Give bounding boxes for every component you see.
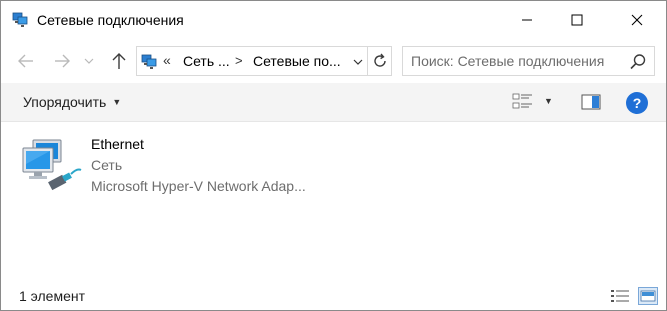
- navigation-bar: « Сеть ... > Сетевые по...: [1, 39, 666, 83]
- minimize-icon: [522, 19, 532, 21]
- change-view-icon[interactable]: [512, 92, 534, 112]
- preview-pane-icon[interactable]: [581, 93, 601, 111]
- window-title: Сетевые подключения: [37, 12, 184, 28]
- details-view-icon[interactable]: [610, 288, 630, 304]
- tiles-view-button[interactable]: [638, 287, 658, 305]
- close-icon: [631, 14, 643, 26]
- recent-locations-button[interactable]: [81, 49, 97, 73]
- breadcrumb-separator[interactable]: >: [235, 53, 243, 68]
- up-button[interactable]: [107, 49, 131, 73]
- maximize-icon: [571, 14, 583, 26]
- item-device: Microsoft Hyper-V Network Adap...: [91, 178, 306, 194]
- address-dropdown-button[interactable]: [349, 52, 367, 72]
- network-connections-icon: [141, 54, 157, 69]
- breadcrumb-network-connections[interactable]: Сетевые по...: [253, 53, 341, 69]
- caret-down-icon: ▼: [112, 97, 122, 107]
- file-list: Ethernet Сеть Microsoft Hyper-V Network …: [1, 122, 666, 280]
- network-connections-icon: [12, 12, 28, 27]
- minimize-button[interactable]: [504, 1, 550, 39]
- explorer-window: Сетевые подключения « Сеть ... > Сетевые…: [0, 0, 667, 311]
- back-button[interactable]: [14, 49, 38, 73]
- status-bar: 1 элемент: [1, 280, 666, 310]
- tiles-view-icon: [640, 290, 656, 302]
- search-icon[interactable]: [629, 53, 647, 71]
- breadcrumb-overflow[interactable]: «: [163, 52, 171, 68]
- close-button[interactable]: [614, 1, 660, 39]
- forward-button[interactable]: [50, 49, 74, 73]
- search-input[interactable]: [411, 53, 627, 69]
- arrow-up-icon: [112, 53, 126, 69]
- title-bar: Сетевые подключения: [1, 1, 666, 39]
- ethernet-adapter-icon: [22, 139, 82, 191]
- item-name: Ethernet: [91, 136, 144, 152]
- refresh-button[interactable]: [368, 46, 392, 76]
- chevron-down-icon: [84, 58, 94, 64]
- help-button[interactable]: ?: [626, 92, 648, 114]
- organize-label: Упорядочить: [23, 94, 107, 110]
- chevron-down-icon: [353, 59, 363, 65]
- list-item[interactable]: Ethernet Сеть Microsoft Hyper-V Network …: [19, 130, 339, 200]
- organize-button[interactable]: Упорядочить ▼: [23, 94, 121, 110]
- address-bar[interactable]: « Сеть ... > Сетевые по...: [136, 46, 368, 76]
- item-count: 1 элемент: [19, 288, 86, 304]
- search-box[interactable]: [402, 46, 655, 76]
- refresh-icon: [373, 53, 386, 67]
- arrow-right-icon: [55, 54, 70, 68]
- maximize-button[interactable]: [554, 1, 600, 39]
- command-bar: Упорядочить ▼ ▼ ?: [1, 83, 666, 122]
- arrow-left-icon: [18, 54, 33, 68]
- breadcrumb-network[interactable]: Сеть ...: [183, 53, 230, 69]
- item-type: Сеть: [91, 157, 123, 173]
- view-options-caret-icon[interactable]: ▼: [544, 96, 553, 106]
